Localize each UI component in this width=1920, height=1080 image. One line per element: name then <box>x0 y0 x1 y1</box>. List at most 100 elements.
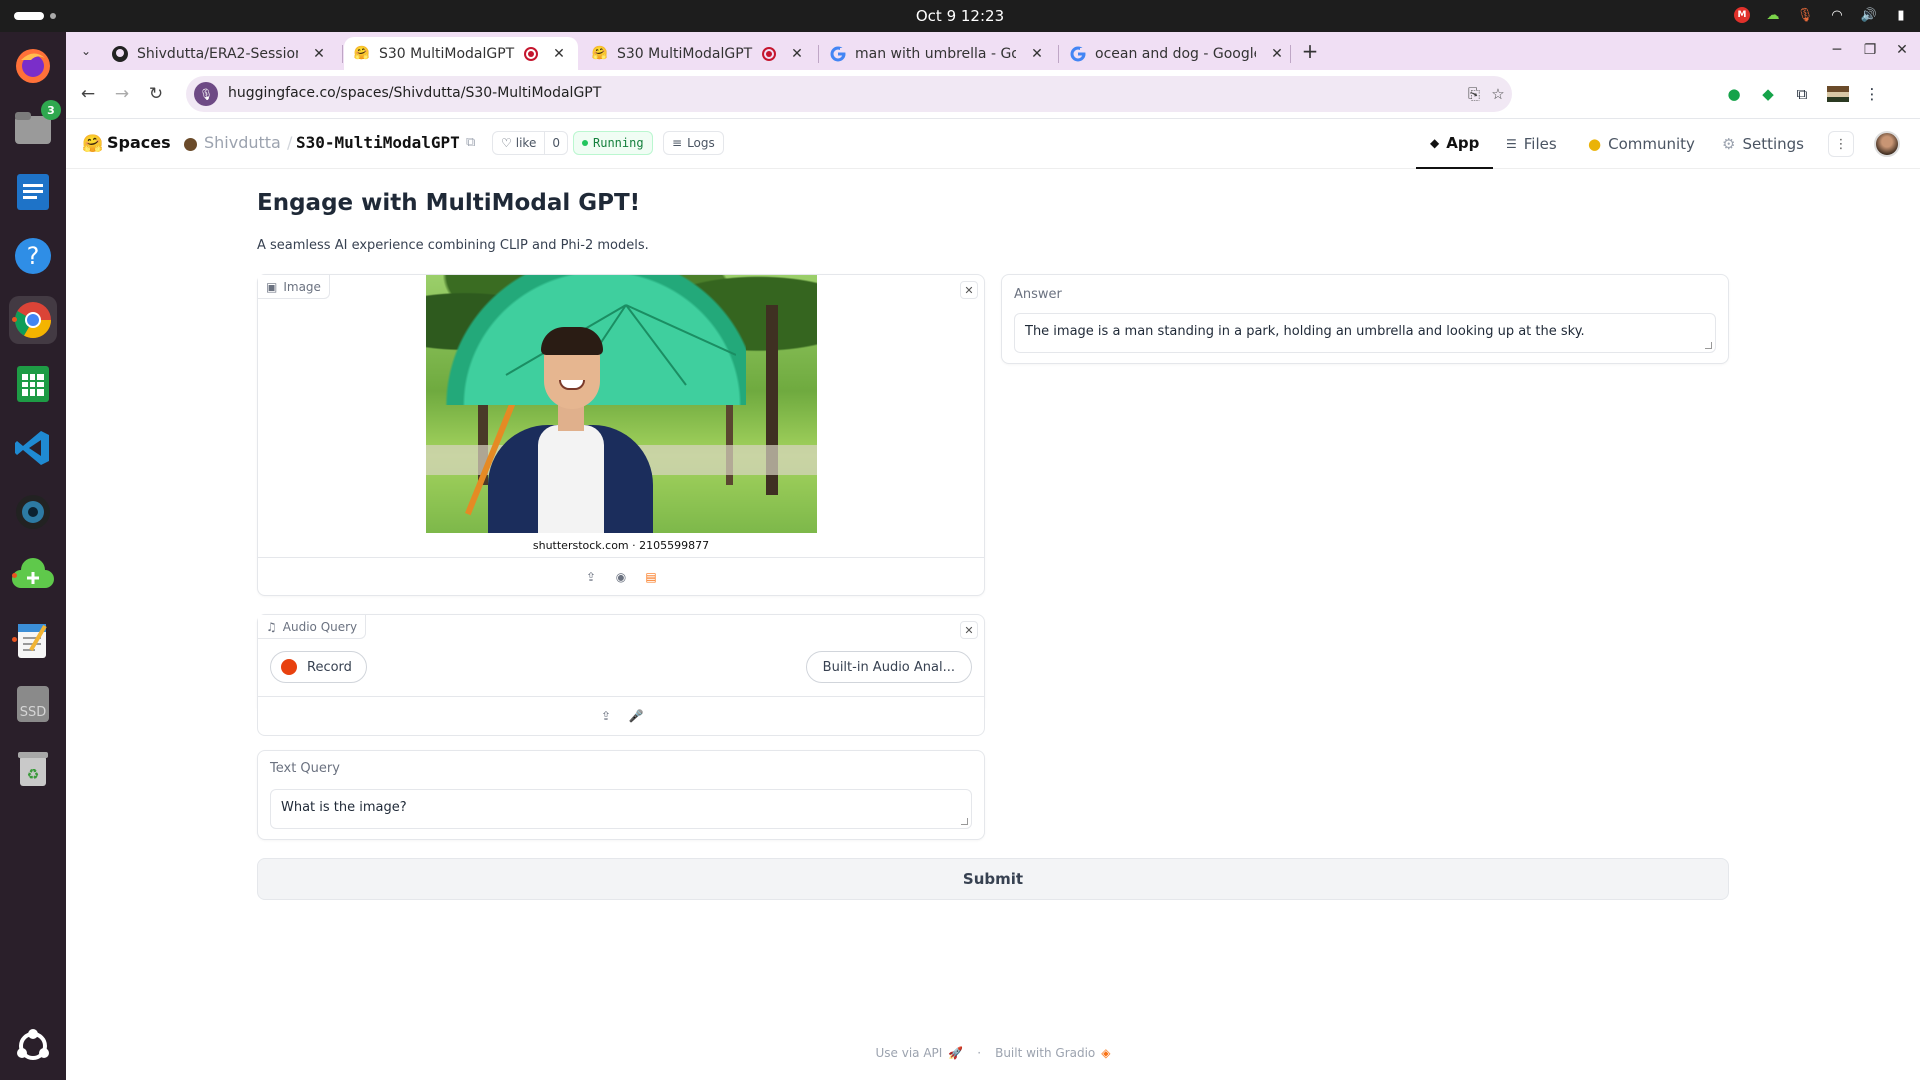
cloud-icon[interactable]: ☁ <box>1764 6 1782 24</box>
ssd-drive-icon[interactable]: SSD <box>9 680 57 728</box>
cloud-sync-icon[interactable] <box>9 552 57 600</box>
forward-button[interactable]: → <box>110 82 134 106</box>
text-query-input[interactable]: What is the image? <box>270 789 972 829</box>
grammarly-icon[interactable]: ● <box>1722 82 1746 106</box>
clock[interactable]: Oct 9 12:23 <box>0 7 1920 25</box>
volume-icon[interactable]: 🔊 <box>1860 6 1878 24</box>
help-icon[interactable]: ? <box>9 232 57 280</box>
tab-google-umbrella[interactable]: man with umbrella - Goo ✕ <box>820 37 1056 70</box>
close-icon[interactable]: ✕ <box>1268 45 1286 63</box>
close-window-button[interactable]: ✕ <box>1892 42 1912 58</box>
running-indicator-2 <box>12 637 17 642</box>
clear-audio-button[interactable]: ✕ <box>960 621 978 639</box>
text-query-label: Text Query <box>270 761 340 776</box>
image-icon: ▣ <box>266 279 278 294</box>
tab-strip: ⌄ Shivdutta/ERA2-Session- ✕ 🤗 S30 MultiM… <box>66 32 1920 70</box>
system-tray[interactable]: M ☁ 🎙 ◠ 🔊 ▮ <box>1734 6 1910 24</box>
svg-text:♻: ♻ <box>27 767 40 783</box>
close-icon[interactable]: ✕ <box>310 45 328 63</box>
tab-settings[interactable]: ⚙ Settings <box>1722 119 1804 169</box>
answer-output[interactable]: The image is a man standing in a park, h… <box>1014 313 1716 353</box>
calc-icon[interactable] <box>9 360 57 408</box>
ssd-label: SSD <box>20 705 47 720</box>
record-button[interactable]: Record <box>270 651 367 683</box>
close-icon[interactable]: ✕ <box>788 45 806 63</box>
image-source-toolbar: ⇪ ◉ ▤ <box>258 557 984 595</box>
upload-icon[interactable]: ⇪ <box>598 708 614 724</box>
use-api-link[interactable]: Use via API 🚀 <box>875 1046 963 1060</box>
tab-search-button[interactable]: ⌄ <box>74 40 98 62</box>
huggingface-logo-icon[interactable]: 🤗 <box>82 134 103 154</box>
address-bar[interactable]: 🎙 huggingface.co/spaces/Shivdutta/S30-Mu… <box>186 76 1512 112</box>
firefox-icon[interactable] <box>9 42 57 90</box>
wifi-icon[interactable]: ◠ <box>1828 6 1846 24</box>
tab-app[interactable]: ◆ App <box>1416 119 1494 169</box>
more-options-button[interactable]: ⋮ <box>1828 131 1854 157</box>
chrome-menu-icon[interactable]: ⋮ <box>1860 82 1884 106</box>
owner-link[interactable]: Shivdutta <box>204 133 281 152</box>
answer-label: Answer <box>1014 287 1062 302</box>
close-icon[interactable]: ✕ <box>1028 45 1046 63</box>
tab-title: S30 MultiModalGPT - <box>379 45 518 62</box>
reload-button[interactable]: ↻ <box>144 82 168 106</box>
like-button[interactable]: ♡ like 0 <box>492 131 568 155</box>
extensions-puzzle-icon[interactable]: ⧉ <box>1790 82 1814 106</box>
back-button[interactable]: ← <box>76 82 100 106</box>
chrome-icon[interactable] <box>9 296 57 344</box>
tab-github[interactable]: Shivdutta/ERA2-Session- ✕ <box>102 37 338 70</box>
audio-device-select[interactable]: Built-in Audio Anal... <box>805 651 972 683</box>
browser-toolbar: ← → ↻ 🎙 huggingface.co/spaces/Shivdutta/… <box>66 70 1920 119</box>
show-apps-icon[interactable] <box>9 1022 57 1070</box>
profile-icon[interactable] <box>1826 82 1850 106</box>
logs-button[interactable]: ≡ Logs <box>663 131 724 155</box>
page-title: Engage with MultiModal GPT! <box>257 190 641 216</box>
status-badge[interactable]: Running <box>573 131 653 155</box>
uploaded-image[interactable] <box>426 275 817 533</box>
svg-text:?: ? <box>27 242 40 270</box>
copy-icon[interactable]: ⧉ <box>466 135 475 150</box>
footer: Use via API 🚀 · Built with Gradio ◈ <box>66 1046 1920 1060</box>
huggingface-icon: 🤗 <box>353 46 371 61</box>
microphone-icon[interactable]: 🎤 <box>628 708 644 724</box>
microphone-icon[interactable]: 🎙 <box>1796 6 1814 24</box>
user-avatar[interactable] <box>1874 131 1900 157</box>
files-icon[interactable]: 3 <box>9 100 61 152</box>
tab-s30-active[interactable]: 🤗 S30 MultiModalGPT - ✕ <box>344 37 578 70</box>
image-label: ▣ Image <box>258 275 330 299</box>
google-icon <box>830 46 846 62</box>
text-editor-icon[interactable] <box>9 616 57 664</box>
tab-files[interactable]: ☰ Files <box>1506 119 1557 169</box>
built-with-gradio-link[interactable]: Built with Gradio ◈ <box>995 1046 1110 1060</box>
recording-icon <box>762 46 776 61</box>
files-icon: ☰ <box>1506 137 1517 151</box>
writer-icon[interactable] <box>9 168 57 216</box>
new-tab-button[interactable]: + <box>1298 39 1322 63</box>
repo-name-link[interactable]: S30-MultiModalGPT <box>296 133 460 152</box>
footer-separator: · <box>977 1046 982 1060</box>
spaces-link[interactable]: Spaces <box>107 133 171 152</box>
save-page-icon[interactable]: ⎘ <box>1464 84 1484 104</box>
minimize-button[interactable]: ─ <box>1827 42 1847 58</box>
bookmark-star-icon[interactable]: ☆ <box>1488 84 1508 104</box>
page-description: A seamless AI experience combining CLIP … <box>257 238 649 253</box>
restore-button[interactable]: ❐ <box>1860 42 1880 58</box>
clipboard-icon[interactable]: ▤ <box>643 569 659 585</box>
site-info-icon[interactable]: 🎙 <box>194 82 218 106</box>
url-text[interactable]: huggingface.co/spaces/Shivdutta/S30-Mult… <box>228 85 601 101</box>
extension-icon[interactable]: ◆ <box>1756 82 1780 106</box>
mega-icon[interactable]: M <box>1734 7 1750 23</box>
trash-icon[interactable]: ♻ <box>9 744 57 792</box>
battery-icon[interactable]: ▮ <box>1892 6 1910 24</box>
tab-google-ocean-dog[interactable]: ocean and dog - Google S ✕ <box>1060 37 1296 70</box>
vscode-icon[interactable] <box>9 424 57 472</box>
clear-image-button[interactable]: ✕ <box>960 281 978 299</box>
close-icon[interactable]: ✕ <box>550 45 568 63</box>
image-credit: shutterstock.com · 2105599877 <box>532 539 710 552</box>
tab-community[interactable]: ● Community <box>1588 119 1695 169</box>
webcam-icon[interactable]: ◉ <box>613 569 629 585</box>
tab-s30[interactable]: 🤗 S30 MultiModalGPT - ✕ <box>582 37 816 70</box>
active-indicator <box>12 317 17 322</box>
camera-icon[interactable] <box>9 488 57 536</box>
submit-button[interactable]: Submit <box>257 858 1729 900</box>
upload-icon[interactable]: ⇪ <box>583 569 599 585</box>
